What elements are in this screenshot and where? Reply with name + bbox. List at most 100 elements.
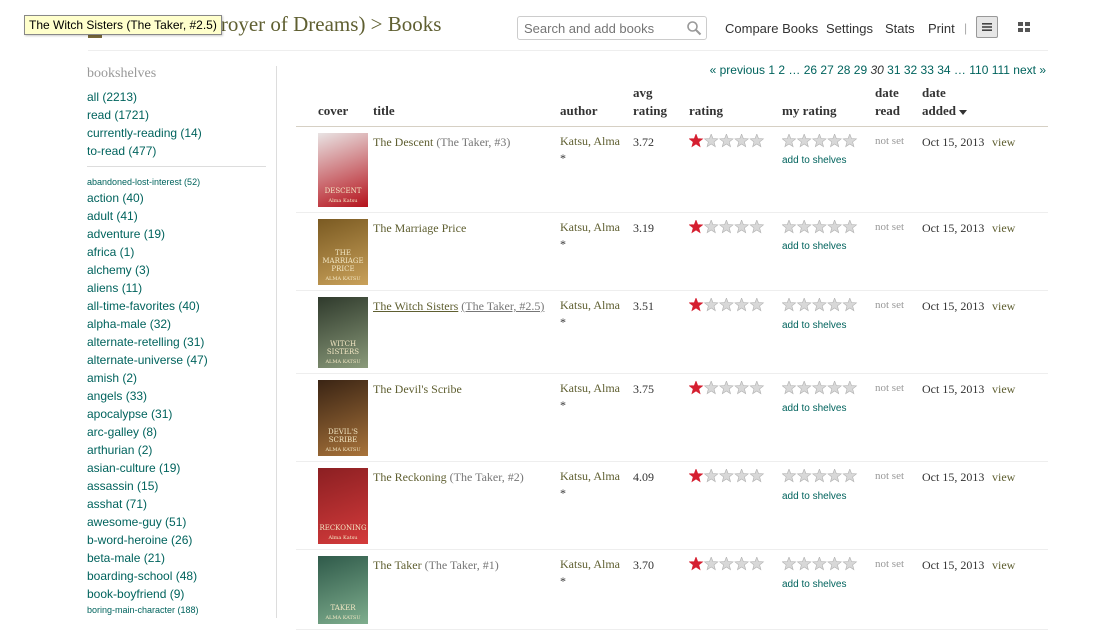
shelf-item[interactable]: alternate-universe (47)	[87, 351, 267, 369]
book-title-link[interactable]: The Reckoning (The Taker, #2)	[373, 468, 553, 486]
book-cover[interactable]: RECKONING Alma Katsu	[318, 468, 368, 544]
star-icon[interactable]	[842, 557, 858, 571]
shelf-item[interactable]: b-word-heroine (26)	[87, 531, 267, 549]
star-icon[interactable]	[703, 381, 719, 395]
star-icon[interactable]	[718, 381, 734, 395]
shelf-item[interactable]: africa (1)	[87, 243, 267, 261]
book-title-link[interactable]: The Taker (The Taker, #1)	[373, 556, 553, 574]
shelf-item[interactable]: apocalypse (31)	[87, 405, 267, 423]
star-icon[interactable]	[718, 220, 734, 234]
star-icon[interactable]	[703, 134, 719, 148]
star-icon[interactable]	[842, 134, 858, 148]
pagination-page[interactable]: 29	[850, 63, 867, 77]
shelf-item[interactable]: asshat (71)	[87, 495, 267, 513]
star-icon[interactable]	[689, 469, 704, 483]
author-link[interactable]: Katsu, Alma *	[560, 556, 620, 590]
star-icon[interactable]	[734, 298, 750, 312]
my-rating-stars[interactable]	[782, 469, 858, 483]
author-link[interactable]: Katsu, Alma *	[560, 133, 620, 167]
pagination-page[interactable]: 26	[800, 63, 817, 77]
shelf-item[interactable]: beta-male (21)	[87, 549, 267, 567]
shelf-item[interactable]: arc-galley (8)	[87, 423, 267, 441]
star-icon[interactable]	[827, 298, 843, 312]
add-to-shelves-link[interactable]: add to shelves	[782, 491, 847, 502]
view-link[interactable]: view	[992, 470, 1015, 485]
my-rating-stars[interactable]	[782, 134, 858, 148]
star-icon[interactable]	[796, 298, 812, 312]
star-icon[interactable]	[811, 220, 827, 234]
search-input[interactable]	[517, 16, 707, 40]
book-title-link[interactable]: The Descent (The Taker, #3)	[373, 133, 553, 151]
shelf-item[interactable]: action (40)	[87, 189, 267, 207]
star-icon[interactable]	[796, 134, 812, 148]
grid-view-button[interactable]	[1013, 16, 1035, 38]
star-icon[interactable]	[749, 469, 765, 483]
shelf-item[interactable]: abandoned-lost-interest (52)	[87, 175, 267, 189]
shelf-item[interactable]: adult (41)	[87, 207, 267, 225]
star-icon[interactable]	[689, 220, 704, 234]
star-icon[interactable]	[718, 557, 734, 571]
shelf-read[interactable]: read (1721)	[87, 106, 267, 124]
pagination-page[interactable]: 2	[775, 63, 785, 77]
add-to-shelves-link[interactable]: add to shelves	[782, 320, 847, 331]
star-icon[interactable]	[811, 557, 827, 571]
author-link[interactable]: Katsu, Alma *	[560, 297, 620, 331]
add-to-shelves-link[interactable]: add to shelves	[782, 155, 847, 166]
author-link[interactable]: Katsu, Alma *	[560, 219, 620, 253]
star-icon[interactable]	[749, 220, 765, 234]
shelf-item[interactable]: boarding-school (48)	[87, 567, 267, 585]
shelf-item[interactable]: alchemy (3)	[87, 261, 267, 279]
shelf-item[interactable]: arthurian (2)	[87, 441, 267, 459]
star-icon[interactable]	[827, 134, 843, 148]
shelf-item[interactable]: angels (33)	[87, 387, 267, 405]
book-cover[interactable]: TAKER ALMA KATSU	[318, 556, 368, 624]
star-icon[interactable]	[782, 469, 797, 483]
star-icon[interactable]	[811, 134, 827, 148]
star-icon[interactable]	[811, 469, 827, 483]
star-icon[interactable]	[796, 557, 812, 571]
shelf-item[interactable]: all-time-favorites (40)	[87, 297, 267, 315]
star-icon[interactable]	[827, 220, 843, 234]
author-link[interactable]: Katsu, Alma *	[560, 468, 620, 502]
pagination-page[interactable]: 32	[901, 63, 917, 77]
star-icon[interactable]	[718, 469, 734, 483]
shelf-item[interactable]: adventure (19)	[87, 225, 267, 243]
nav-compare-books[interactable]: Compare Books	[725, 21, 818, 36]
star-icon[interactable]	[842, 381, 858, 395]
pagination-page[interactable]: 1	[768, 63, 775, 77]
book-title-link[interactable]: The Witch Sisters (The Taker, #2.5)	[373, 297, 553, 315]
star-icon[interactable]	[749, 557, 765, 571]
star-icon[interactable]	[827, 381, 843, 395]
star-icon[interactable]	[842, 469, 858, 483]
star-icon[interactable]	[782, 557, 797, 571]
shelf-item[interactable]: book-boyfriend (9)	[87, 585, 267, 603]
shelf-to-read[interactable]: to-read (477)	[87, 142, 267, 160]
star-icon[interactable]	[689, 298, 704, 312]
star-icon[interactable]	[734, 381, 750, 395]
star-icon[interactable]	[811, 298, 827, 312]
star-icon[interactable]	[782, 381, 797, 395]
star-icon[interactable]	[827, 557, 843, 571]
col-header-my-rating[interactable]: my rating	[782, 102, 837, 120]
star-icon[interactable]	[796, 381, 812, 395]
star-icon[interactable]	[749, 298, 765, 312]
pagination-page[interactable]: 28	[834, 63, 850, 77]
my-rating-stars[interactable]	[782, 557, 858, 571]
star-icon[interactable]	[749, 134, 765, 148]
shelf-item[interactable]: awesome-guy (51)	[87, 513, 267, 531]
star-icon[interactable]	[703, 220, 719, 234]
star-icon[interactable]	[842, 298, 858, 312]
pagination-previous[interactable]: « previous	[710, 63, 765, 77]
list-view-button[interactable]	[976, 16, 998, 38]
my-rating-stars[interactable]	[782, 381, 858, 395]
star-icon[interactable]	[718, 298, 734, 312]
star-icon[interactable]	[796, 469, 812, 483]
book-cover[interactable]: DEVIL'S SCRIBE ALMA KATSU	[318, 380, 368, 456]
nav-print[interactable]: Print	[928, 21, 955, 36]
star-icon[interactable]	[782, 298, 797, 312]
star-icon[interactable]	[811, 381, 827, 395]
pagination-page[interactable]: 34	[934, 63, 950, 77]
pagination-page[interactable]: 31	[884, 63, 900, 77]
shelf-item[interactable]: aliens (11)	[87, 279, 267, 297]
star-icon[interactable]	[734, 469, 750, 483]
